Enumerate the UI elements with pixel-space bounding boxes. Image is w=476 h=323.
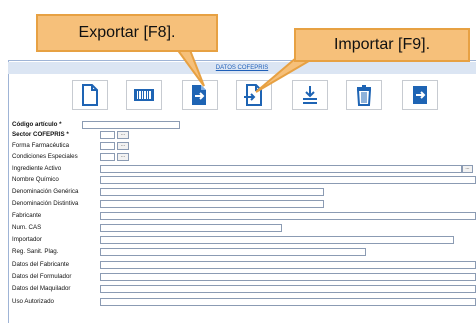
importador-input[interactable] bbox=[100, 236, 454, 244]
exit-button[interactable] bbox=[402, 80, 438, 110]
document-icon bbox=[82, 84, 98, 106]
fabricante-input[interactable] bbox=[100, 212, 476, 220]
title-bar: DATOS COFEPRIS bbox=[8, 62, 476, 74]
trash-icon bbox=[356, 85, 372, 106]
datos-maquilador-input[interactable] bbox=[100, 285, 476, 293]
datos-fabricante-input[interactable] bbox=[100, 261, 476, 269]
label-datos-maquilador: Datos del Maquilador bbox=[12, 285, 71, 292]
codigo-articulo-input[interactable] bbox=[82, 121, 180, 129]
label-condiciones-especiales: Condiciones Especiales bbox=[12, 153, 78, 160]
import-callout: Importar [F9]. bbox=[294, 28, 470, 62]
denominacion-distintiva-input[interactable] bbox=[100, 200, 324, 208]
ingrediente-activo-lookup-button[interactable]: ... bbox=[462, 165, 473, 173]
new-document-button[interactable] bbox=[72, 80, 108, 110]
reg-sanit-plag-input[interactable] bbox=[100, 248, 366, 256]
barcode-button[interactable] bbox=[126, 80, 162, 110]
sector-cofepris-lookup-button[interactable]: ... bbox=[117, 131, 129, 139]
barcode-icon bbox=[134, 89, 154, 101]
sector-cofepris-input[interactable] bbox=[100, 131, 115, 139]
exit-icon bbox=[413, 86, 427, 104]
label-datos-fabricante: Datos del Fabricante bbox=[12, 261, 70, 268]
label-reg-sanit-plag: Reg. Sanit. Plag. bbox=[12, 248, 59, 255]
label-datos-formulador: Datos del Formulador bbox=[12, 273, 72, 280]
label-ingrediente-activo: Ingrediente Activo bbox=[12, 165, 62, 172]
download-button[interactable] bbox=[292, 80, 328, 110]
export-callout: Exportar [F8]. bbox=[36, 14, 218, 52]
label-denominacion-generica: Denominación Genérica bbox=[12, 188, 79, 195]
nombre-quimico-input[interactable] bbox=[100, 176, 476, 184]
label-sector-cofepris: Sector COFEPRIS * bbox=[12, 131, 69, 138]
label-uso-autorizado: Uso Autorizado bbox=[12, 298, 54, 305]
label-nombre-quimico: Nombre Químico bbox=[12, 176, 59, 183]
label-denominacion-distintiva: Denominación Distintiva bbox=[12, 200, 79, 207]
label-forma-farmaceutica: Forma Farmacéutica bbox=[12, 142, 70, 149]
import-button[interactable] bbox=[236, 80, 272, 110]
label-fabricante: Fabricante bbox=[12, 212, 42, 219]
uso-autorizado-input[interactable] bbox=[100, 298, 476, 306]
delete-button[interactable] bbox=[346, 80, 382, 110]
forma-farmaceutica-input[interactable] bbox=[100, 142, 115, 150]
import-icon bbox=[244, 84, 262, 106]
label-num-cas: Num. CAS bbox=[12, 224, 42, 231]
label-codigo-articulo: Código artículo * bbox=[12, 121, 62, 128]
download-icon bbox=[303, 86, 317, 104]
denominacion-generica-input[interactable] bbox=[100, 188, 324, 196]
export-button[interactable] bbox=[182, 80, 218, 110]
condiciones-especiales-lookup-button[interactable]: ... bbox=[117, 153, 129, 161]
datos-formulador-input[interactable] bbox=[100, 273, 476, 281]
page-title: DATOS COFEPRIS bbox=[215, 65, 269, 71]
condiciones-especiales-input[interactable] bbox=[100, 153, 115, 161]
num-cas-input[interactable] bbox=[100, 224, 282, 232]
export-icon bbox=[192, 85, 206, 105]
ingrediente-activo-input[interactable] bbox=[100, 165, 462, 173]
forma-farmaceutica-lookup-button[interactable]: ... bbox=[117, 142, 129, 150]
label-importador: Importador bbox=[12, 236, 42, 243]
